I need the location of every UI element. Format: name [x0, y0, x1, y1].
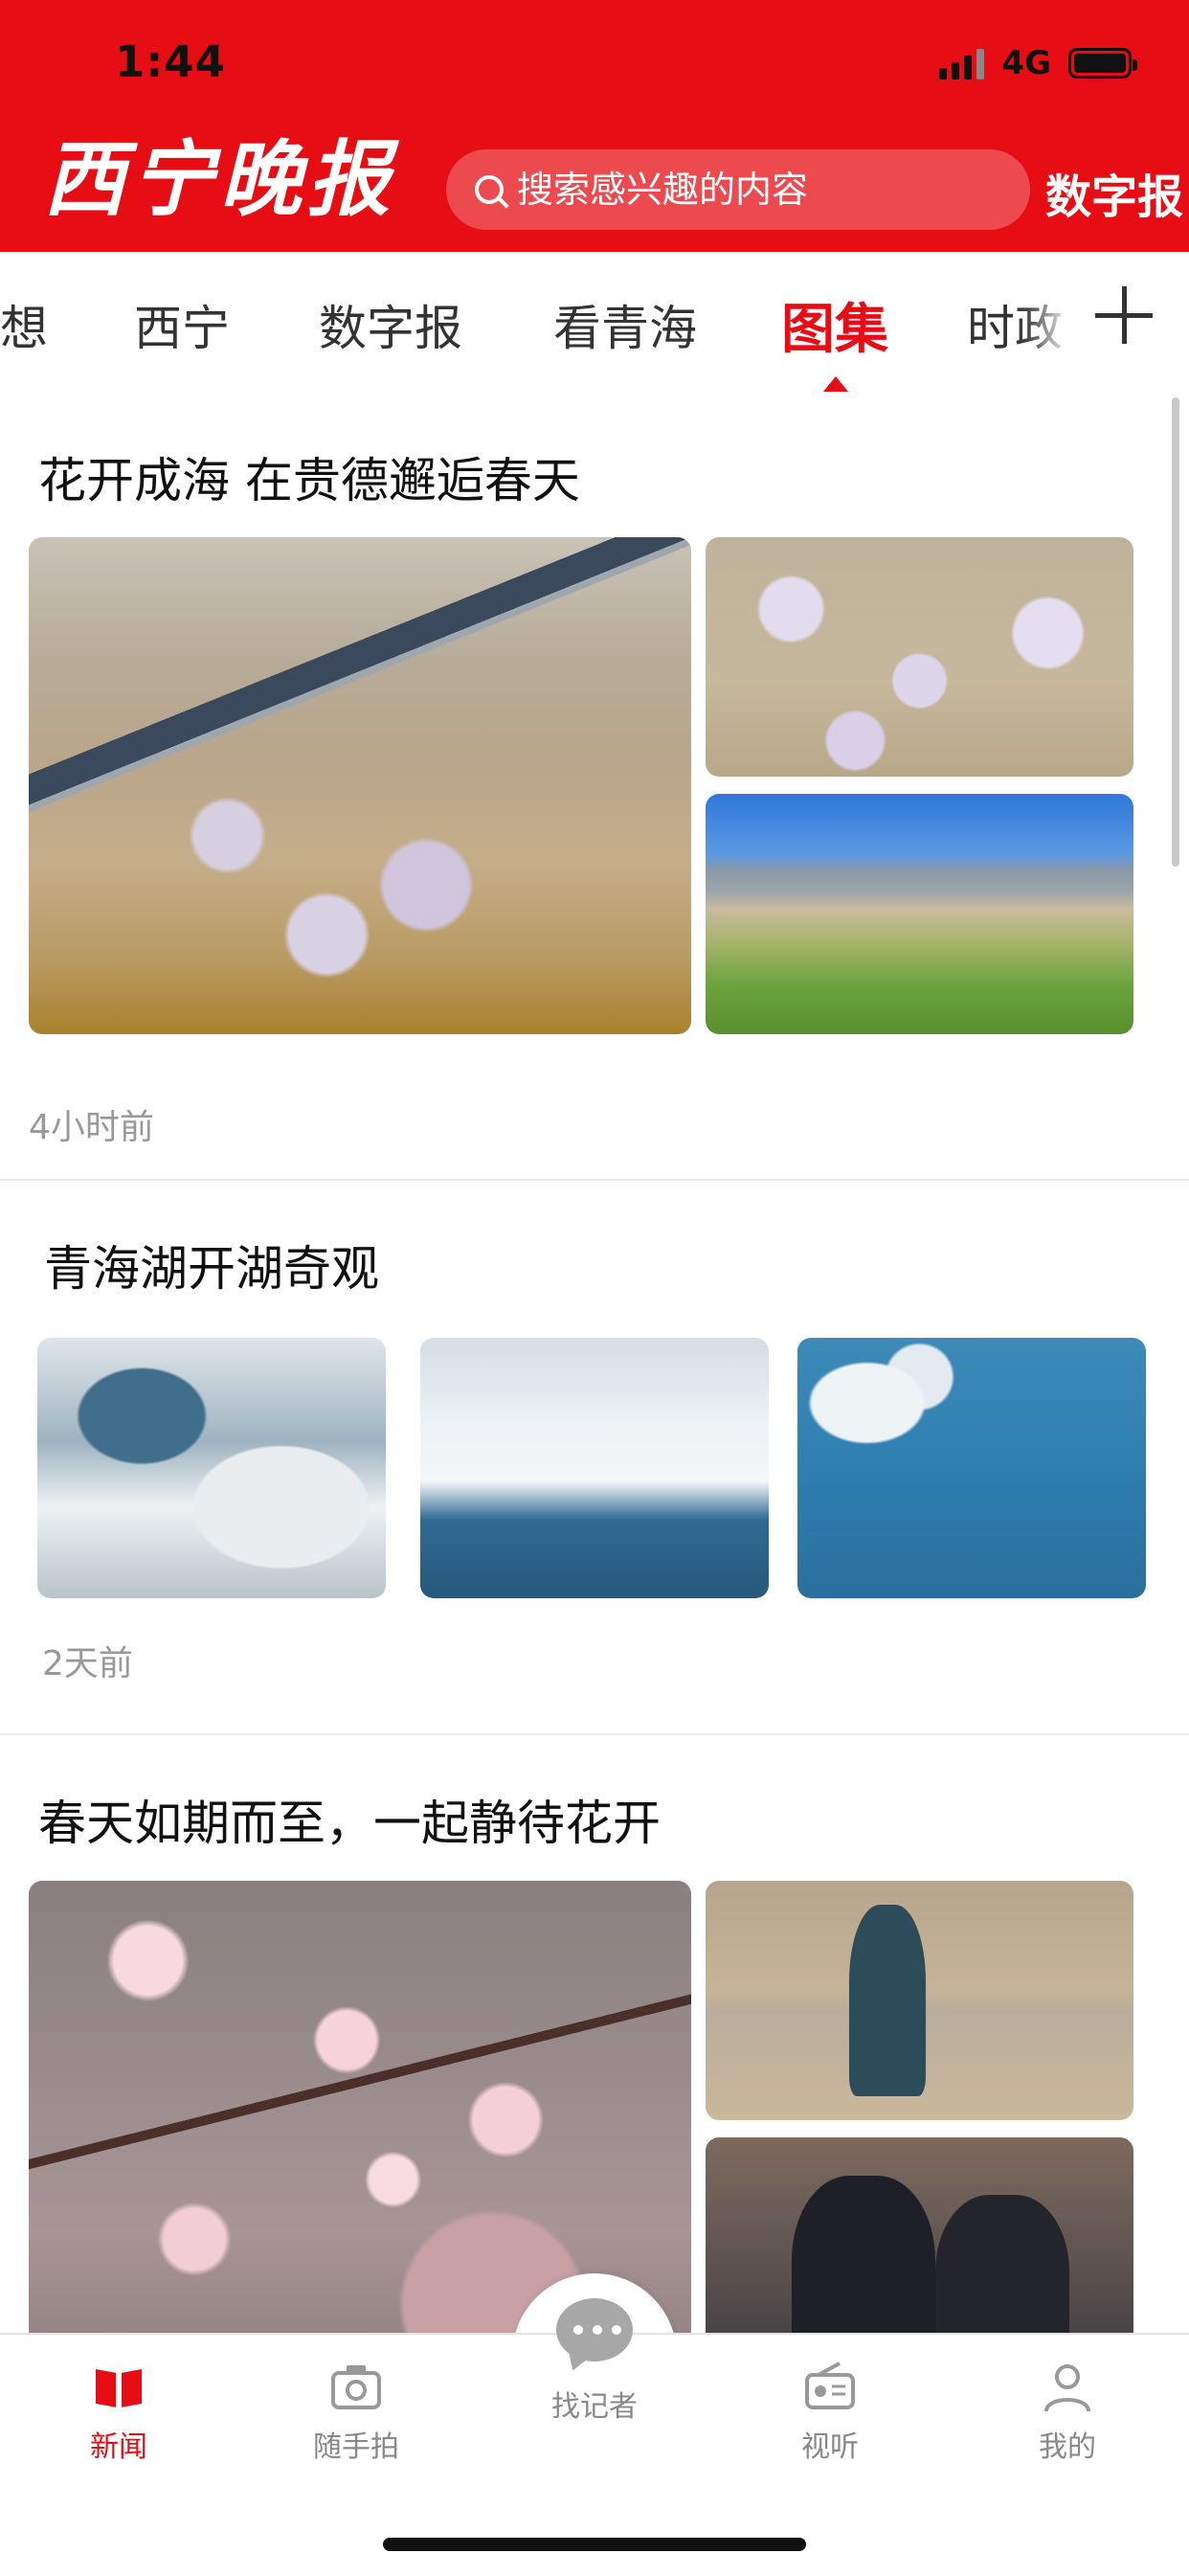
search-input[interactable]	[515, 168, 1017, 212]
camera-icon	[327, 2358, 385, 2415]
gallery-image[interactable]	[797, 1338, 1146, 1598]
nav-item-find-reporter[interactable]: 找记者	[517, 2298, 672, 2425]
nav-label: 视听	[801, 2430, 859, 2464]
gallery-image[interactable]	[706, 794, 1133, 1034]
card-title[interactable]: 花开成海 在贵德邂逅春天	[38, 442, 580, 511]
app-header: 1:44 4G 西宁晚报 数字报	[0, 0, 1189, 252]
person-icon	[1039, 2358, 1096, 2415]
signal-icon	[939, 47, 985, 79]
search-bar[interactable]	[446, 149, 1030, 230]
gallery-image[interactable]	[706, 1881, 1133, 2120]
card-timestamp: 4小时前	[29, 1108, 154, 1147]
nav-label: 我的	[1039, 2430, 1096, 2464]
tab-item[interactable]: 西宁	[134, 290, 230, 359]
card-title[interactable]: 青海湖开湖奇观	[44, 1231, 379, 1299]
add-tab-icon[interactable]	[1065, 252, 1189, 395]
tab-item-active[interactable]: 图集	[781, 286, 888, 364]
tab-item[interactable]: 时政	[967, 290, 1063, 359]
card-title[interactable]: 春天如期而至，一起静待花开	[38, 1785, 661, 1854]
gallery-image[interactable]	[29, 537, 691, 1034]
divider	[0, 1733, 1189, 1735]
gallery-image[interactable]	[37, 1338, 386, 1598]
scrollbar[interactable]	[1172, 397, 1179, 867]
nav-label: 新闻	[90, 2430, 147, 2464]
home-indicator[interactable]	[383, 2538, 806, 2551]
gallery-image[interactable]	[706, 537, 1133, 777]
nav-label: 找记者	[551, 2390, 638, 2424]
divider	[0, 1179, 1189, 1181]
nav-item-media[interactable]: 视听	[753, 2358, 907, 2465]
gallery-image[interactable]	[420, 1338, 769, 1598]
tab-item[interactable]: 数字报	[319, 290, 462, 359]
chat-bubble-icon	[556, 2298, 633, 2361]
nav-label: 随手拍	[313, 2430, 399, 2464]
card-timestamp: 2天前	[42, 1644, 133, 1683]
app-logo: 西宁晚报	[43, 131, 395, 228]
battery-icon	[1068, 48, 1137, 79]
tab-item[interactable]: 看青海	[553, 290, 697, 359]
status-indicators: 4G	[939, 44, 1137, 82]
radio-icon	[801, 2358, 859, 2415]
nav-item-profile[interactable]: 我的	[991, 2358, 1144, 2465]
network-type: 4G	[1001, 44, 1051, 82]
search-icon	[475, 175, 504, 204]
active-tab-indicator	[823, 376, 848, 392]
category-tabs: 想 西宁 数字报 看青海 图集 时政	[0, 252, 1189, 395]
nav-item-news[interactable]: 新闻	[42, 2358, 195, 2465]
status-time: 1:44	[115, 36, 226, 87]
nav-item-snap[interactable]: 随手拍	[280, 2358, 433, 2465]
book-icon	[90, 2358, 147, 2415]
tab-item[interactable]: 想	[0, 290, 48, 359]
digital-paper-button[interactable]: 数字报	[1045, 159, 1183, 226]
